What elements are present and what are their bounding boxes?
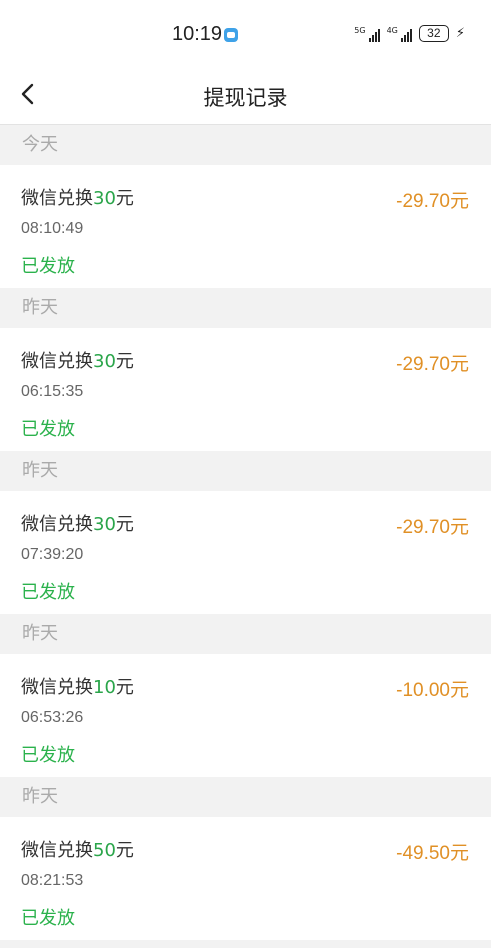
record-status: 已发放: [21, 256, 75, 277]
record-status: 已发放: [21, 582, 75, 603]
withdrawal-record[interactable]: 微信兑换30元 08:10:49 已发放 -29.70元: [0, 165, 491, 288]
record-title: 微信兑换10元: [21, 677, 134, 698]
status-bar: 10:19 5G 4G 32 ⚡: [0, 0, 491, 72]
record-title: 微信兑换30元: [21, 514, 134, 535]
record-title: 微信兑换30元: [21, 351, 134, 372]
charging-icon: ⚡: [455, 26, 465, 41]
nav-bar: 提现记录: [0, 72, 491, 125]
withdrawal-record[interactable]: 微信兑换10元 06:53:26 已发放 -10.00元: [0, 654, 491, 777]
signal-4g-icon: 4G: [387, 26, 412, 42]
record-list: 今天 微信兑换30元 08:10:49 已发放 -29.70元 昨天 微信兑换3…: [0, 125, 491, 948]
date-section-header: 昨天: [0, 614, 491, 654]
withdrawal-record[interactable]: 微信兑换30元 06:15:35 已发放 -29.70元: [0, 328, 491, 451]
signal-5g-icon: 5G: [354, 26, 380, 42]
record-status: 已发放: [21, 745, 75, 766]
battery-icon: 32: [418, 25, 449, 42]
record-time: 06:15:35: [21, 383, 84, 400]
withdrawal-record[interactable]: 微信兑换30元 07:39:20 已发放 -29.70元: [0, 491, 491, 614]
record-amount-number: 30: [93, 514, 116, 535]
record-time: 08:10:49: [21, 220, 84, 237]
record-change: -10.00元: [396, 680, 469, 701]
page-title: 提现记录: [203, 86, 288, 110]
record-amount-number: 10: [93, 677, 116, 698]
record-status: 已发放: [21, 908, 75, 929]
record-title: 微信兑换50元: [21, 840, 134, 861]
record-title: 微信兑换30元: [21, 188, 134, 209]
date-section-header: 昨天: [0, 777, 491, 817]
record-amount-number: 50: [93, 840, 116, 861]
record-time: 08:21:53: [21, 872, 84, 889]
record-time: 07:39:20: [21, 546, 84, 563]
record-status: 已发放: [21, 419, 75, 440]
date-section-header: 昨天: [0, 288, 491, 328]
record-change: -29.70元: [396, 191, 469, 212]
date-section-header: 今天: [0, 125, 491, 165]
list-bottom-divider: [0, 940, 491, 948]
record-amount-number: 30: [93, 188, 116, 209]
message-notification-icon: [224, 28, 238, 42]
record-change: -29.70元: [396, 517, 469, 538]
record-time: 06:53:26: [21, 709, 84, 726]
status-time: 10:19: [172, 23, 223, 45]
record-change: -29.70元: [396, 354, 469, 375]
record-change: -49.50元: [396, 843, 469, 864]
date-section-header: 昨天: [0, 451, 491, 491]
status-indicators: 5G 4G 32 ⚡: [354, 25, 465, 42]
withdrawal-record[interactable]: 微信兑换50元 08:21:53 已发放 -49.50元: [0, 817, 491, 940]
record-amount-number: 30: [93, 351, 116, 372]
